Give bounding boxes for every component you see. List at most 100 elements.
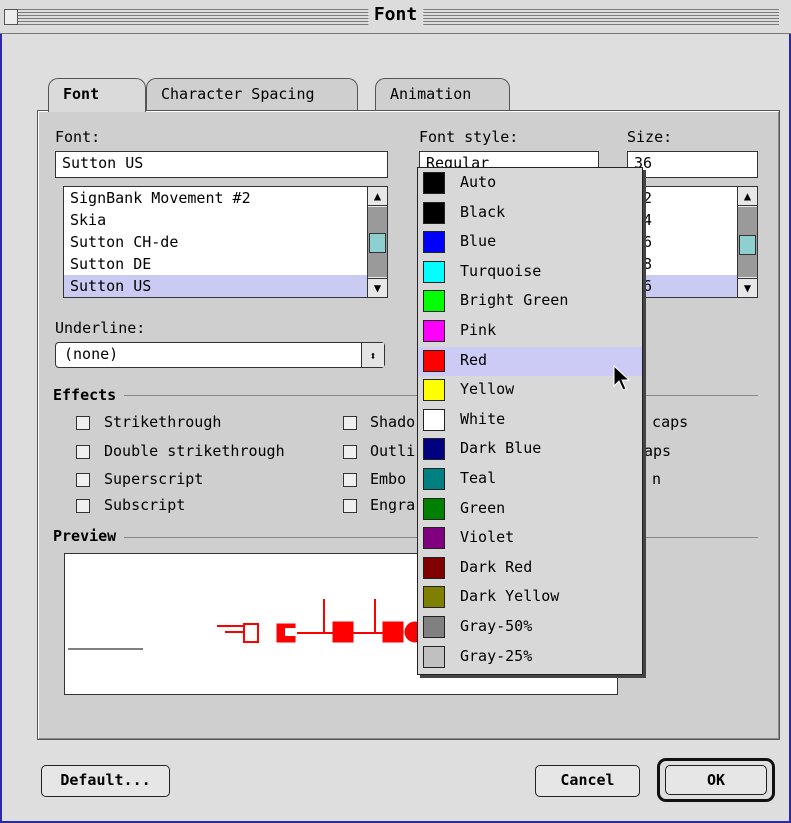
color-menu-item[interactable]: Auto — [418, 169, 642, 199]
scroll-up-arrow-icon[interactable]: ▲ — [368, 187, 387, 206]
color-swatch-icon — [423, 527, 445, 550]
color-swatch-icon — [423, 586, 445, 609]
ok-button[interactable]: OK — [665, 765, 767, 795]
color-menu-item[interactable]: Dark Blue — [418, 435, 642, 465]
color-menu-item[interactable]: Dark Red — [418, 554, 642, 584]
shadow-checkbox[interactable] — [343, 416, 357, 430]
outline-checkbox[interactable] — [343, 445, 357, 459]
double-strikethrough-label[interactable]: Double strikethrough — [104, 442, 285, 460]
font-list-scrollbar[interactable]: ▲ ▼ — [367, 187, 387, 297]
scroll-down-arrow-icon[interactable]: ▼ — [738, 278, 757, 297]
emboss-checkbox[interactable] — [343, 473, 357, 487]
color-menu-item[interactable]: Violet — [418, 524, 642, 554]
color-menu-item[interactable]: Black — [418, 199, 642, 229]
color-menu-item-label: Blue — [460, 232, 497, 251]
effects-heading: Effects — [53, 386, 125, 404]
color-swatch-icon — [423, 231, 445, 254]
font-name-input[interactable]: Sutton US — [55, 151, 388, 178]
list-item[interactable]: Skia — [64, 209, 387, 231]
color-menu-item-label: Green — [460, 498, 506, 517]
color-swatch-icon — [423, 497, 445, 520]
list-item[interactable]: Sutton DE — [64, 253, 387, 275]
strikethrough-checkbox[interactable] — [76, 416, 90, 430]
engrave-label[interactable]: Engra — [370, 496, 415, 514]
font-list[interactable]: SignBank Movement #2 Skia Sutton CH-de S… — [63, 186, 388, 298]
underline-popup[interactable]: (none) ⬍ — [55, 342, 385, 368]
title-bar[interactable]: Font — [0, 0, 791, 34]
color-swatch-icon — [423, 408, 445, 431]
list-item-selected[interactable]: Sutton US — [64, 275, 387, 297]
color-swatch-icon — [423, 438, 445, 461]
close-box-icon[interactable] — [4, 9, 18, 25]
default-button[interactable]: Default... — [41, 765, 170, 797]
color-menu-item-label: Turquoise — [460, 261, 542, 280]
underline-value: (none) — [64, 345, 119, 363]
color-menu-item-label: White — [460, 409, 506, 428]
size-input[interactable]: 36 — [627, 151, 758, 178]
engrave-checkbox[interactable] — [343, 499, 357, 513]
color-menu-item-label: Yellow — [460, 380, 515, 399]
color-menu-item-label: Gray-50% — [460, 617, 533, 635]
window-title: Font — [367, 4, 424, 25]
tab-font[interactable]: Font — [48, 78, 146, 112]
color-menu-item[interactable]: Blue — [418, 228, 642, 258]
color-menu-item-label: Teal — [460, 469, 497, 487]
cancel-button[interactable]: Cancel — [535, 765, 640, 797]
scroll-thumb[interactable] — [739, 235, 756, 255]
double-strikethrough-checkbox[interactable] — [76, 445, 90, 459]
scroll-track[interactable] — [738, 207, 757, 277]
superscript-checkbox[interactable] — [76, 473, 90, 487]
scroll-thumb[interactable] — [369, 233, 386, 253]
mouse-pointer-icon — [612, 364, 634, 398]
shadow-label[interactable]: Shado — [370, 413, 415, 431]
tab-animation[interactable]: Animation — [375, 78, 510, 111]
preview-divider — [55, 537, 758, 538]
color-menu-item[interactable]: Teal — [418, 465, 642, 495]
outline-label[interactable]: Outli — [370, 442, 415, 460]
color-menu-item[interactable]: Dark Yellow — [418, 583, 642, 613]
color-menu-item[interactable]: Pink — [418, 317, 642, 347]
font-color-menu[interactable]: Auto Black Blue Turquoise Bright Green Pink Re… — [417, 167, 643, 675]
color-menu-item-label: Pink — [460, 321, 497, 339]
scroll-up-arrow-icon[interactable]: ▲ — [738, 187, 757, 206]
color-menu-item[interactable]: Turquoise — [418, 258, 642, 288]
color-menu-item-label: Auto — [460, 173, 497, 191]
color-swatch-icon — [423, 320, 445, 342]
color-menu-item[interactable]: Yellow — [418, 376, 642, 406]
all-caps-label[interactable]: aps — [644, 442, 671, 460]
color-swatch-icon — [423, 468, 445, 490]
scroll-down-arrow-icon[interactable]: ▼ — [368, 278, 387, 297]
size-list-scrollbar[interactable]: ▲ ▼ — [737, 187, 757, 297]
size-list[interactable]: 22 24 26 28 36 ▲ ▼ — [627, 186, 758, 298]
size-label: Size: — [627, 128, 673, 146]
subscript-checkbox[interactable] — [76, 499, 90, 513]
color-swatch-icon — [423, 260, 445, 283]
color-swatch-icon — [423, 172, 445, 194]
hidden-label[interactable]: n — [652, 470, 661, 488]
scroll-track[interactable] — [368, 207, 387, 277]
emboss-label[interactable]: Embo — [370, 470, 406, 488]
color-menu-item-label: Bright Green — [460, 291, 569, 310]
strikethrough-label[interactable]: Strikethrough — [104, 413, 221, 431]
list-item[interactable]: SignBank Movement #2 — [64, 187, 387, 209]
underline-label: Underline: — [55, 319, 146, 337]
color-menu-item[interactable]: Gray-25% — [418, 643, 642, 673]
color-swatch-icon — [423, 379, 445, 402]
subscript-label[interactable]: Subscript — [104, 496, 185, 514]
color-menu-item[interactable]: Bright Green — [418, 287, 642, 317]
color-swatch-icon — [423, 290, 445, 313]
superscript-label[interactable]: Superscript — [104, 470, 203, 488]
tab-character-spacing[interactable]: Character Spacing — [146, 78, 358, 111]
color-menu-item[interactable]: White — [418, 406, 642, 436]
color-menu-item[interactable]: Red — [418, 346, 642, 377]
list-item[interactable]: Sutton CH-de — [64, 231, 387, 253]
color-swatch-icon — [423, 349, 445, 372]
color-menu-item-label: Black — [460, 202, 506, 221]
color-menu-item-label: Gray-25% — [460, 646, 533, 665]
color-menu-item-label: Dark Blue — [460, 439, 542, 458]
color-menu-item-label: Red — [460, 350, 488, 369]
color-menu-item-label: Violet — [460, 528, 515, 547]
color-menu-item[interactable]: Gray-50% — [418, 613, 642, 643]
color-menu-item[interactable]: Green — [418, 495, 642, 525]
color-menu-item-label: Dark Red — [460, 557, 533, 576]
